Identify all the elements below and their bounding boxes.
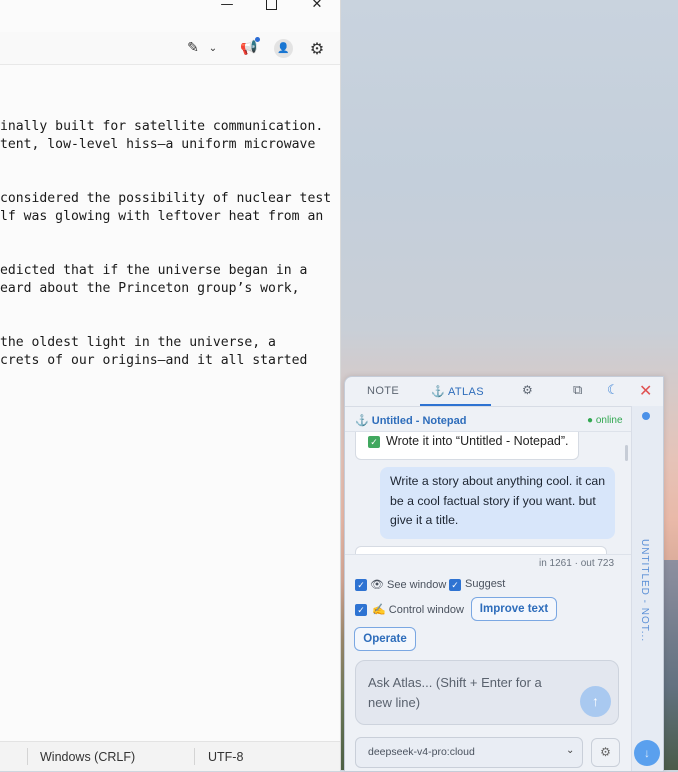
system-message-text: Wrote it into “Untitled - Notepad”.	[386, 434, 569, 448]
encoding-status[interactable]: UTF-8	[208, 750, 243, 764]
chevron-down-icon[interactable]: ⌄	[206, 38, 220, 58]
tab-atlas[interactable]: ⚓ ATLAS	[431, 385, 484, 398]
side-action-button[interactable]: ↓	[634, 740, 660, 766]
editor-line: edicted that if the universe began in a	[0, 263, 308, 278]
see-window-label: 👁 See window	[370, 579, 447, 591]
notepad-window: — ✕ ✎ ⌄ 📢 👤 ⚙ inally built for satellite…	[0, 0, 341, 771]
online-status: ● online	[587, 415, 623, 426]
editor-line: lf was glowing with leftover heat from a…	[0, 209, 324, 224]
divider	[345, 554, 631, 555]
theme-toggle-icon[interactable]: ☾	[607, 382, 619, 398]
ask-input[interactable]: Ask Atlas... (Shift + Enter for a new li…	[355, 660, 619, 725]
status-bar: Windows (CRLF) UTF-8	[0, 741, 340, 771]
editor-line: crets of our origins—and it all started	[0, 353, 308, 368]
token-count: in 1261 · out 723	[539, 558, 615, 569]
editor-line: eard about the Princeton group’s work,	[0, 281, 300, 296]
gear-icon[interactable]: ⚙	[308, 38, 326, 58]
editor-line: inally built for satellite communication…	[0, 119, 324, 134]
account-icon[interactable]: 👤	[274, 39, 293, 58]
user-message: Write a story about anything cool. it ca…	[380, 467, 615, 539]
editor-line: the oldest light in the universe, a	[0, 335, 276, 350]
maximize-icon	[265, 0, 277, 10]
window-icon[interactable]: ⧉	[573, 382, 583, 398]
send-button[interactable]: ↑	[580, 686, 611, 717]
atlas-panel: NOTE ⚓ ATLAS ⚙ ⧉ ☾ ✕ ⚓ Untitled - Notepa…	[344, 376, 664, 772]
system-message: ✓ Wrote it into “Untitled - Notepad”.	[355, 432, 579, 460]
model-select-value: deepseek-v4-pro:cloud	[368, 746, 475, 758]
tab-note[interactable]: NOTE	[367, 385, 399, 397]
settings-icon[interactable]: ⚙	[522, 383, 533, 397]
editor-line: considered the possibility of nuclear te…	[0, 191, 332, 206]
user-message-text: Write a story about anything cool. it ca…	[390, 474, 606, 527]
maximize-button[interactable]	[248, 0, 294, 15]
chat-scrollbar[interactable]	[625, 445, 628, 461]
notepad-toolbar: ✎ ⌄ 📢 👤 ⚙	[0, 32, 340, 65]
operate-button[interactable]: Operate	[354, 627, 416, 651]
active-tab-indicator	[420, 404, 491, 406]
status-dot	[642, 412, 650, 420]
text-editor[interactable]: inally built for satellite communication…	[0, 66, 340, 740]
target-window-label: ⚓ Untitled - Notepad	[355, 415, 467, 427]
minimize-button[interactable]: —	[204, 0, 250, 15]
model-settings-button[interactable]: ⚙	[591, 738, 620, 767]
notification-dot	[255, 37, 260, 42]
chat-history[interactable]: ✓ Wrote it into “Untitled - Notepad”. Wr…	[345, 432, 631, 554]
status-separator	[27, 748, 28, 765]
status-separator	[194, 748, 195, 765]
check-icon: ✓	[368, 436, 380, 448]
chevron-down-icon: ⌄	[566, 745, 575, 756]
panel-tabs: NOTE ⚓ ATLAS ⚙ ⧉ ☾ ✕	[345, 377, 663, 407]
control-window-label: ✍ Control window	[372, 604, 464, 616]
close-button[interactable]: ✕	[294, 0, 340, 15]
line-endings-status[interactable]: Windows (CRLF)	[40, 750, 135, 764]
title-bar: — ✕	[0, 0, 340, 14]
ask-input-placeholder: Ask Atlas... (Shift + Enter for a new li…	[368, 675, 542, 710]
copilot-pen-icon[interactable]: ✎	[184, 38, 202, 58]
suggest-checkbox[interactable]: ✓	[449, 579, 461, 591]
suggest-label: Suggest	[465, 578, 506, 590]
side-window-name[interactable]: UNTITLED - NOT...	[639, 539, 650, 642]
see-window-checkbox[interactable]: ✓	[355, 579, 367, 591]
improve-text-button[interactable]: Improve text	[471, 597, 557, 621]
model-select[interactable]: deepseek-v4-pro:cloud ⌄	[355, 737, 583, 768]
editor-line: tent, low-level hiss—a uniform microwave	[0, 137, 316, 152]
assistant-message	[355, 546, 607, 554]
close-panel-icon[interactable]: ✕	[639, 381, 652, 401]
control-window-checkbox[interactable]: ✓	[355, 604, 367, 616]
